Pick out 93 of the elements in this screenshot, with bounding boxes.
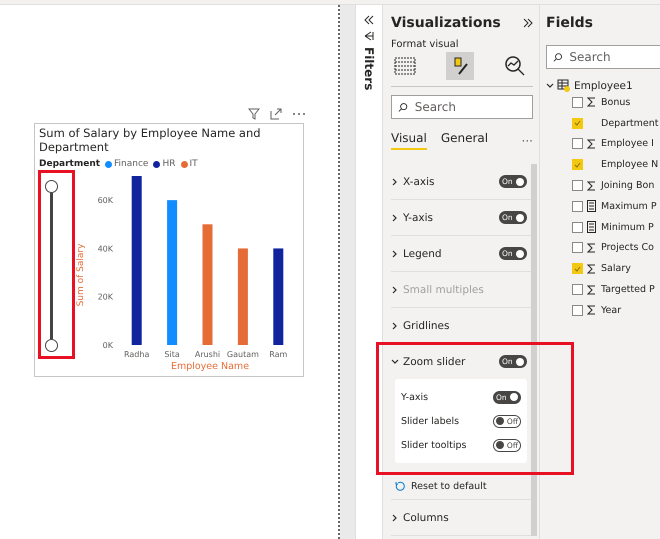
axis-title: Employee Name [170, 361, 250, 372]
tick-label: Radha [124, 350, 150, 359]
tab[interactable]: Visual [391, 131, 427, 150]
search-input[interactable]: Search [412, 99, 526, 115]
checkbox[interactable] [572, 159, 583, 170]
field-label: Maximum P [601, 200, 657, 212]
section-label[interactable]: Zoom slider [403, 356, 466, 368]
field-label: Projects Co [601, 242, 654, 254]
legend-item: IT [180, 159, 198, 169]
sigma-icon [587, 242, 596, 253]
search-input[interactable]: Search [567, 49, 654, 65]
field-item[interactable]: Employee N [546, 154, 660, 176]
sigma-icon [587, 138, 596, 149]
checkbox[interactable] [572, 138, 583, 150]
search-field[interactable]: Search [391, 95, 533, 119]
tick-label: 60K [98, 196, 113, 206]
checkbox[interactable] [572, 222, 583, 233]
field-label: Salary [601, 263, 631, 274]
field-item[interactable]: Targetted P [546, 279, 660, 300]
tick-label: Arushi [194, 350, 220, 359]
field-item[interactable]: Joining Bon [546, 175, 660, 196]
reset-icon [395, 481, 405, 491]
collapse-left-icon[interactable] [364, 15, 374, 25]
legend-item: HR [153, 159, 176, 169]
legend-title: Department [39, 159, 100, 169]
sigma-icon [587, 305, 596, 316]
field-label: Department [601, 118, 658, 129]
reset-link[interactable]: Reset to default [395, 475, 487, 497]
more-options-icon[interactable] [292, 112, 306, 116]
field-item[interactable]: Department [546, 112, 660, 134]
paintbrush-icon[interactable] [446, 52, 474, 80]
field-label: Employee N [601, 159, 658, 170]
option-label: Slider labels [401, 416, 460, 426]
pane-title: Fields [546, 15, 594, 31]
axis-title: Sum of Salary [76, 244, 86, 306]
focus-mode-icon[interactable] [270, 108, 282, 120]
option-label: Y-axis [401, 392, 428, 402]
checkbox[interactable] [572, 118, 583, 129]
tab[interactable]: General [440, 131, 488, 150]
field-item[interactable]: Salary [546, 258, 660, 280]
tick-label: 0K [102, 341, 113, 350]
more-options-icon[interactable]: ··· [522, 134, 533, 148]
option-label: Slider tooltips [401, 440, 466, 450]
field-label: Employee I [601, 138, 654, 150]
checkbox[interactable] [572, 96, 583, 108]
field-label: Minimum P [601, 222, 654, 233]
checkbox[interactable] [572, 242, 583, 254]
tree-node[interactable]: Employee1 [546, 79, 660, 92]
tick-label: 40K [98, 244, 113, 254]
calculator-icon [587, 221, 596, 234]
field-item[interactable]: Maximum P [546, 196, 660, 217]
tick-label: Ram [269, 350, 288, 359]
expand-right-icon[interactable] [523, 18, 533, 28]
field-label: Joining Bon [601, 180, 654, 192]
section-label[interactable]: Legend [403, 248, 442, 260]
field-item[interactable]: Projects Co [546, 238, 660, 258]
field-label: Bonus [601, 96, 630, 108]
calculator-icon [587, 200, 596, 212]
checkbox[interactable] [572, 180, 583, 192]
tick-label: 20K [98, 292, 113, 302]
legend-item: Finance [105, 159, 148, 169]
checkbox[interactable] [572, 200, 583, 212]
field-item[interactable]: Year [546, 300, 660, 321]
tick-label: Gautam [226, 350, 259, 359]
sigma-icon [587, 180, 596, 191]
pane-title: Visualizations [391, 15, 501, 31]
section-label[interactable]: Y-axis [403, 212, 433, 224]
search-icon [553, 52, 562, 62]
section-subtitle: Format visual [391, 39, 460, 50]
section-label[interactable]: Columns [403, 512, 449, 524]
field-item[interactable]: Bonus [546, 92, 660, 113]
sigma-icon [587, 97, 596, 108]
table-icon [557, 79, 571, 92]
checkbox[interactable] [572, 304, 583, 316]
sigma-icon [587, 264, 596, 274]
field-item[interactable]: Employee I [546, 134, 660, 154]
tick-label: Sita [164, 350, 180, 359]
zoom-slider[interactable] [44, 180, 58, 352]
field-label: Year [601, 304, 622, 316]
checkbox[interactable] [572, 284, 583, 296]
section-label[interactable]: X-axis [403, 176, 434, 188]
section-label[interactable]: Gridlines [403, 320, 450, 332]
chevron-down-icon [546, 82, 554, 90]
field-item[interactable]: Minimum P [546, 216, 660, 238]
chart-title: Sum of Salary by Employee Name and Department [39, 126, 262, 154]
sigma-icon [587, 284, 596, 295]
filter-icon[interactable] [248, 108, 260, 120]
search-icon [398, 102, 408, 112]
field-label: Targetted P [601, 284, 655, 296]
search-field[interactable]: Search [546, 45, 660, 69]
filters-label[interactable]: Filters [362, 47, 376, 90]
checkbox[interactable] [572, 263, 583, 274]
filter-icon [364, 31, 374, 41]
